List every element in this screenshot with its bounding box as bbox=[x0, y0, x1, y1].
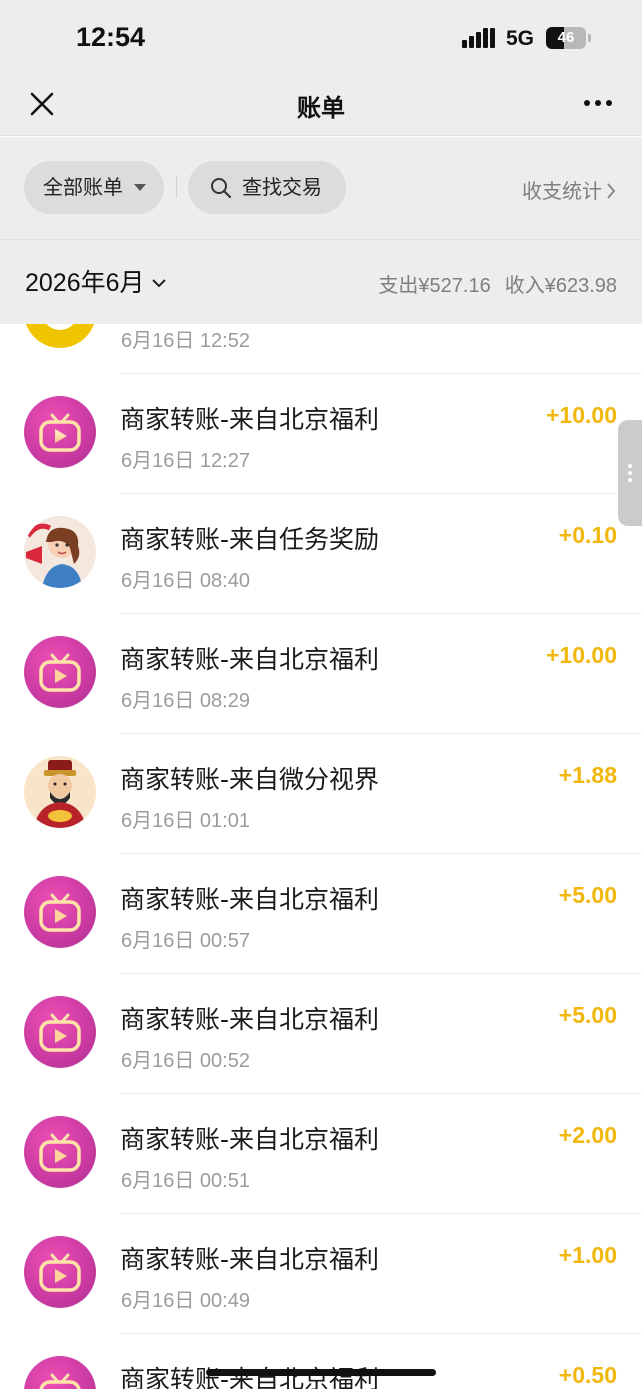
transaction-amount: +0.50 bbox=[558, 1362, 617, 1388]
transaction-list: 6月16日 12:52 商家转账-来自北京福利 6月16日 12:27 +10.… bbox=[0, 324, 642, 1389]
transaction-row[interactable]: 商家转账-来自北京福利 6月16日 00:57 +5.00 bbox=[0, 854, 642, 974]
transaction-row[interactable]: 6月16日 12:52 bbox=[0, 324, 642, 374]
transaction-amount: +10.00 bbox=[546, 642, 617, 668]
transaction-time: 6月16日 00:57 bbox=[121, 930, 250, 952]
tv-app-icon bbox=[24, 1236, 96, 1308]
transaction-row[interactable]: 商家转账-来自北京福利 6月16日 08:29 +10.00 bbox=[0, 614, 642, 734]
chevron-down-icon bbox=[151, 279, 166, 288]
transaction-amount: +1.88 bbox=[558, 762, 617, 788]
all-bills-label: 全部账单 bbox=[43, 175, 123, 199]
transaction-title: 商家转账-来自任务奖励 bbox=[120, 525, 380, 554]
filter-bar: 全部账单 查找交易 收支统计 bbox=[0, 137, 642, 240]
transaction-time: 6月16日 00:51 bbox=[121, 1170, 250, 1192]
transaction-title: 商家转账-来自北京福利 bbox=[120, 885, 380, 914]
home-indicator[interactable] bbox=[206, 1369, 436, 1376]
month-summary-bar: 2026年6月 支出¥527.16 收入¥623.98 bbox=[0, 240, 642, 324]
transaction-time: 6月16日 12:27 bbox=[121, 450, 250, 472]
yellow-avatar bbox=[24, 324, 96, 348]
transaction-row[interactable]: 商家转账-来自北京福利 6月16日 00:51 +2.00 bbox=[0, 1094, 642, 1214]
month-label: 2026年6月 bbox=[25, 269, 145, 297]
transaction-title: 商家转账-来自北京福利 bbox=[120, 1005, 380, 1034]
transaction-title: 商家转账-来自微分视界 bbox=[120, 765, 380, 794]
tv-app-icon bbox=[24, 1356, 96, 1389]
transaction-time: 6月16日 01:01 bbox=[121, 810, 250, 832]
transaction-title: 商家转账-来自北京福利 bbox=[120, 1125, 380, 1154]
stats-link[interactable]: 收支统计 bbox=[522, 175, 616, 204]
transaction-row[interactable]: 商家转账-来自北京福利 6月16日 00:52 +5.00 bbox=[0, 974, 642, 1094]
caret-down-icon bbox=[134, 184, 146, 191]
transaction-row[interactable]: 商家转账-来自北京福利 6月16日 12:27 +10.00 bbox=[0, 374, 642, 494]
battery-icon: 46 bbox=[546, 27, 586, 49]
tv-app-icon bbox=[24, 636, 96, 708]
all-bills-filter[interactable]: 全部账单 bbox=[24, 161, 164, 214]
stats-label: 收支统计 bbox=[522, 179, 602, 203]
transaction-row[interactable]: 商家转账-来自微分视界 6月16日 01:01 +1.88 bbox=[0, 734, 642, 854]
transaction-time: 6月16日 08:29 bbox=[121, 690, 250, 712]
transaction-row[interactable]: 商家转账-来自任务奖励 6月16日 08:40 +0.10 bbox=[0, 494, 642, 614]
wealth-god-avatar bbox=[24, 756, 96, 828]
transaction-amount: +2.00 bbox=[558, 1122, 617, 1148]
transaction-title: 商家转账-来自北京福利 bbox=[120, 1245, 380, 1274]
transaction-time: 6月16日 00:49 bbox=[121, 1290, 250, 1312]
transaction-amount: +1.00 bbox=[558, 1242, 617, 1268]
more-icon[interactable] bbox=[584, 100, 616, 108]
month-totals: 支出¥527.16 收入¥623.98 bbox=[378, 269, 617, 298]
search-icon bbox=[211, 178, 232, 199]
tv-app-icon bbox=[24, 1116, 96, 1188]
transaction-title: 商家转账-来自北京福利 bbox=[120, 405, 380, 434]
status-time: 12:54 bbox=[76, 22, 146, 52]
status-bar: 12:54 5G 46 bbox=[0, 0, 642, 74]
transaction-row[interactable]: 商家转账-来自北京福利 6月16日 00:49 +1.00 bbox=[0, 1214, 642, 1334]
network-type: 5G bbox=[506, 27, 535, 50]
month-picker[interactable]: 2026年6月 bbox=[25, 263, 167, 299]
tv-app-icon bbox=[24, 876, 96, 948]
divider bbox=[176, 176, 177, 198]
transaction-amount: +10.00 bbox=[546, 402, 617, 428]
transaction-time: 6月16日 00:52 bbox=[121, 1050, 250, 1072]
transaction-amount: +0.10 bbox=[558, 522, 617, 548]
search-transaction-button[interactable]: 查找交易 bbox=[188, 161, 346, 214]
side-drawer-handle[interactable] bbox=[618, 420, 642, 526]
nav-bar: 账单 bbox=[0, 74, 642, 136]
transaction-amount: +5.00 bbox=[558, 882, 617, 908]
transaction-time: 6月16日 08:40 bbox=[121, 570, 250, 592]
tv-app-icon bbox=[24, 396, 96, 468]
transaction-title: 商家转账-来自北京福利 bbox=[120, 645, 380, 674]
transaction-amount: +5.00 bbox=[558, 1002, 617, 1028]
battery-level: 46 bbox=[557, 29, 575, 46]
search-transaction-label: 查找交易 bbox=[242, 175, 322, 199]
expense-total: 支出¥527.16 bbox=[378, 275, 491, 297]
tv-app-icon bbox=[24, 996, 96, 1068]
transaction-row[interactable]: 商家转账-来自北京福利 +0.50 bbox=[0, 1334, 642, 1389]
cartoon-woman-avatar bbox=[24, 516, 96, 588]
chevron-right-icon bbox=[607, 183, 616, 199]
transaction-time: 6月16日 12:52 bbox=[121, 330, 250, 352]
page-title: 账单 bbox=[297, 94, 345, 122]
signal-icon bbox=[462, 28, 496, 48]
income-total: 收入¥623.98 bbox=[504, 275, 617, 297]
